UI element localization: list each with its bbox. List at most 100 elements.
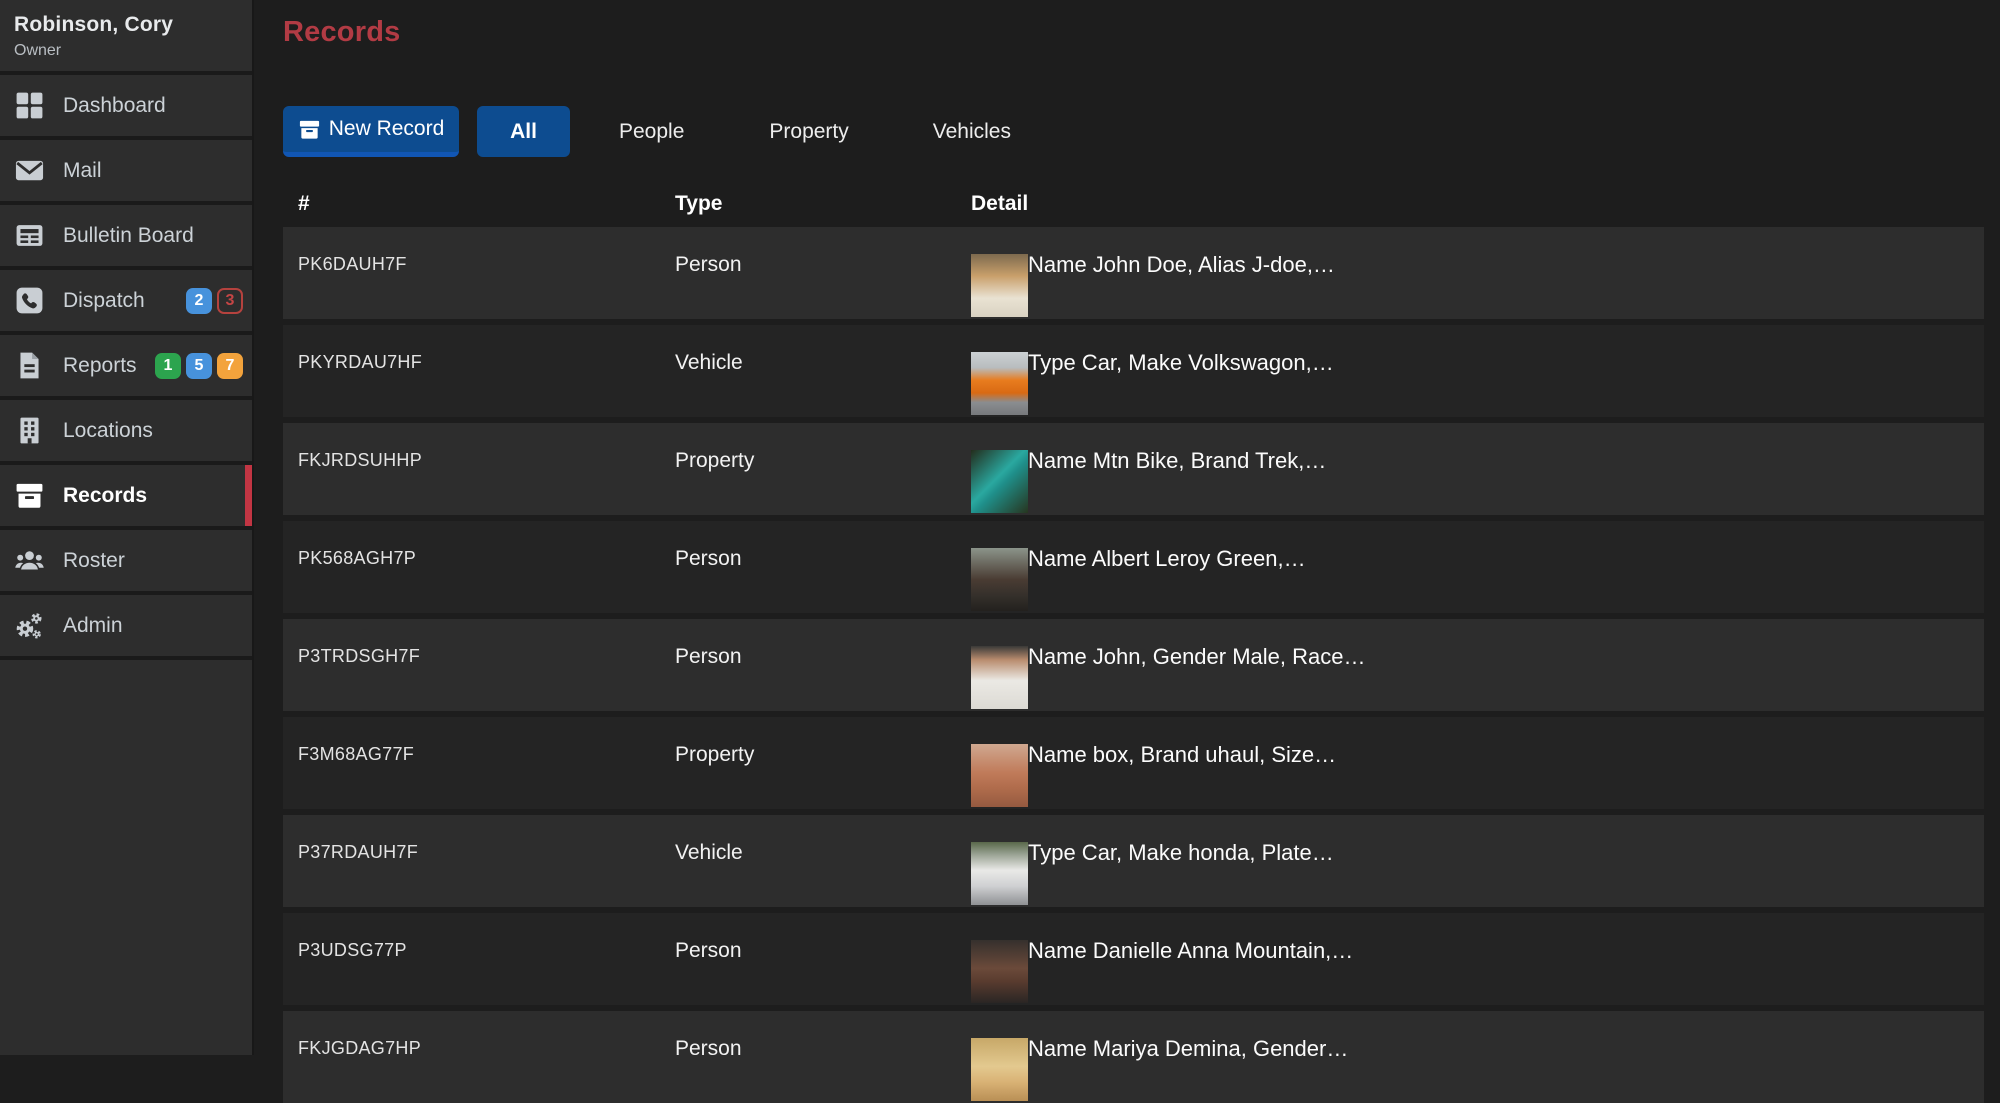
dispatch-phone-icon xyxy=(14,285,45,316)
filter-tab-all[interactable]: All xyxy=(477,106,570,157)
record-photo xyxy=(971,450,1028,513)
records-archive-icon xyxy=(14,480,45,511)
header-type: Type xyxy=(675,192,971,216)
sidebar-item-records[interactable]: Records xyxy=(0,465,252,530)
header-detail: Detail xyxy=(971,192,1028,216)
sidebar-item-dashboard[interactable]: Dashboard xyxy=(0,75,252,140)
bulletin-board-icon xyxy=(14,220,45,251)
table-row[interactable]: P3UDSG77P Person Name Danielle Anna Moun… xyxy=(283,913,1984,1005)
record-id: F3M68AG77F xyxy=(298,743,675,765)
record-id: PK568AGH7P xyxy=(298,547,675,569)
record-photo xyxy=(971,1038,1028,1101)
record-detail-text: Type Car, Make honda, Plate… xyxy=(1028,841,1334,865)
admin-gears-icon xyxy=(14,610,45,641)
record-detail-text: Name Danielle Anna Mountain,… xyxy=(1028,939,1353,963)
record-id: P37RDAUH7F xyxy=(298,841,675,863)
table-row[interactable]: P37RDAUH7F Vehicle Type Car, Make honda,… xyxy=(283,815,1984,907)
table-row[interactable]: FKJRDSUHHP Property Name Mtn Bike, Brand… xyxy=(283,423,1984,515)
record-photo xyxy=(971,352,1028,415)
sidebar-item-locations[interactable]: Locations xyxy=(0,400,252,465)
sidebar-item-dispatch[interactable]: Dispatch 2 3 xyxy=(0,270,252,335)
record-detail-text: Name John, Gender Male, Race… xyxy=(1028,645,1366,669)
records-list: PK6DAUH7F Person Name John Doe, Alias J-… xyxy=(283,227,2000,1103)
record-type: Vehicle xyxy=(675,841,971,865)
sidebar-item-label: Records xyxy=(63,484,147,508)
user-name: Robinson, Cory xyxy=(14,13,252,37)
record-type: Property xyxy=(675,743,971,767)
record-detail: Name box, Brand uhaul, Size… xyxy=(971,743,1336,807)
table-row[interactable]: FKJGDAG7HP Person Name Mariya Demina, Ge… xyxy=(283,1011,1984,1103)
dashboard-grid-icon xyxy=(14,90,45,121)
toolbar: New Record All People Property Vehicles xyxy=(283,106,2000,157)
record-type: Person xyxy=(675,1037,971,1061)
sidebar-item-mail[interactable]: Mail xyxy=(0,140,252,205)
sidebar-item-reports[interactable]: Reports 1 5 7 xyxy=(0,335,252,400)
sidebar-item-admin[interactable]: Admin xyxy=(0,595,252,660)
record-detail-text: Name box, Brand uhaul, Size… xyxy=(1028,743,1336,767)
record-id: P3TRDSGH7F xyxy=(298,645,675,667)
record-detail-text: Type Car, Make Volkswagon,… xyxy=(1028,351,1334,375)
record-id: P3UDSG77P xyxy=(298,939,675,961)
sidebar-item-label: Bulletin Board xyxy=(63,224,194,248)
main-content: Records New Record All People Property V… xyxy=(254,0,2000,1055)
table-row[interactable]: PKYRDAU7HF Vehicle Type Car, Make Volksw… xyxy=(283,325,1984,417)
sidebar-item-label: Admin xyxy=(63,614,123,638)
mail-icon xyxy=(14,155,45,186)
record-detail: Type Car, Make honda, Plate… xyxy=(971,841,1334,905)
sidebar-item-label: Reports xyxy=(63,354,137,378)
record-detail: Name Danielle Anna Mountain,… xyxy=(971,939,1353,1003)
record-photo xyxy=(971,646,1028,709)
record-type: Person xyxy=(675,253,971,277)
record-photo xyxy=(971,842,1028,905)
roster-people-icon xyxy=(14,545,45,576)
sidebar: Robinson, Cory Owner Dashboard Mail Bull… xyxy=(0,0,254,1055)
locations-building-icon xyxy=(14,415,45,446)
sidebar-item-roster[interactable]: Roster xyxy=(0,530,252,595)
record-photo xyxy=(971,940,1028,1003)
sidebar-item-label: Dispatch xyxy=(63,289,145,313)
header-id: # xyxy=(298,192,675,216)
record-photo xyxy=(971,254,1028,317)
record-photo xyxy=(971,744,1028,807)
table-row[interactable]: P3TRDSGH7F Person Name John, Gender Male… xyxy=(283,619,1984,711)
table-header: # Type Detail xyxy=(283,180,2000,227)
new-record-archive-icon xyxy=(298,118,321,141)
filter-tab-people[interactable]: People xyxy=(619,120,684,144)
page-title: Records xyxy=(283,16,2000,49)
dispatch-badge-red: 3 xyxy=(217,288,243,314)
filter-tab-property[interactable]: Property xyxy=(769,120,848,144)
record-detail: Name Mariya Demina, Gender… xyxy=(971,1037,1348,1101)
reports-badge-orange: 7 xyxy=(217,353,243,379)
record-type: Person xyxy=(675,939,971,963)
record-detail: Name Albert Leroy Green,… xyxy=(971,547,1306,611)
record-detail-text: Name Mtn Bike, Brand Trek,… xyxy=(1028,449,1326,473)
user-block[interactable]: Robinson, Cory Owner xyxy=(0,0,252,75)
record-detail-text: Name John Doe, Alias J-doe,… xyxy=(1028,253,1335,277)
table-row[interactable]: F3M68AG77F Property Name box, Brand uhau… xyxy=(283,717,1984,809)
active-indicator-bar xyxy=(245,465,252,526)
reports-badge-blue: 5 xyxy=(186,353,212,379)
filter-tab-vehicles[interactable]: Vehicles xyxy=(933,120,1011,144)
new-record-label: New Record xyxy=(329,117,445,141)
record-detail: Name John Doe, Alias J-doe,… xyxy=(971,253,1335,317)
sidebar-item-label: Roster xyxy=(63,549,125,573)
record-detail: Name Mtn Bike, Brand Trek,… xyxy=(971,449,1326,513)
table-row[interactable]: PK6DAUH7F Person Name John Doe, Alias J-… xyxy=(283,227,1984,319)
record-type: Property xyxy=(675,449,971,473)
record-type: Person xyxy=(675,645,971,669)
record-id: FKJGDAG7HP xyxy=(298,1037,675,1059)
sidebar-item-label: Locations xyxy=(63,419,153,443)
record-type: Vehicle xyxy=(675,351,971,375)
table-row[interactable]: PK568AGH7P Person Name Albert Leroy Gree… xyxy=(283,521,1984,613)
new-record-button[interactable]: New Record xyxy=(283,106,459,157)
reports-badges: 1 5 7 xyxy=(155,353,243,379)
dispatch-badge-blue: 2 xyxy=(186,288,212,314)
record-detail: Name John, Gender Male, Race… xyxy=(971,645,1366,709)
record-detail: Type Car, Make Volkswagon,… xyxy=(971,351,1334,415)
sidebar-item-bulletin-board[interactable]: Bulletin Board xyxy=(0,205,252,270)
record-type: Person xyxy=(675,547,971,571)
sidebar-item-label: Dashboard xyxy=(63,94,166,118)
user-role: Owner xyxy=(14,42,252,60)
record-id: FKJRDSUHHP xyxy=(298,449,675,471)
reports-document-icon xyxy=(14,350,45,381)
